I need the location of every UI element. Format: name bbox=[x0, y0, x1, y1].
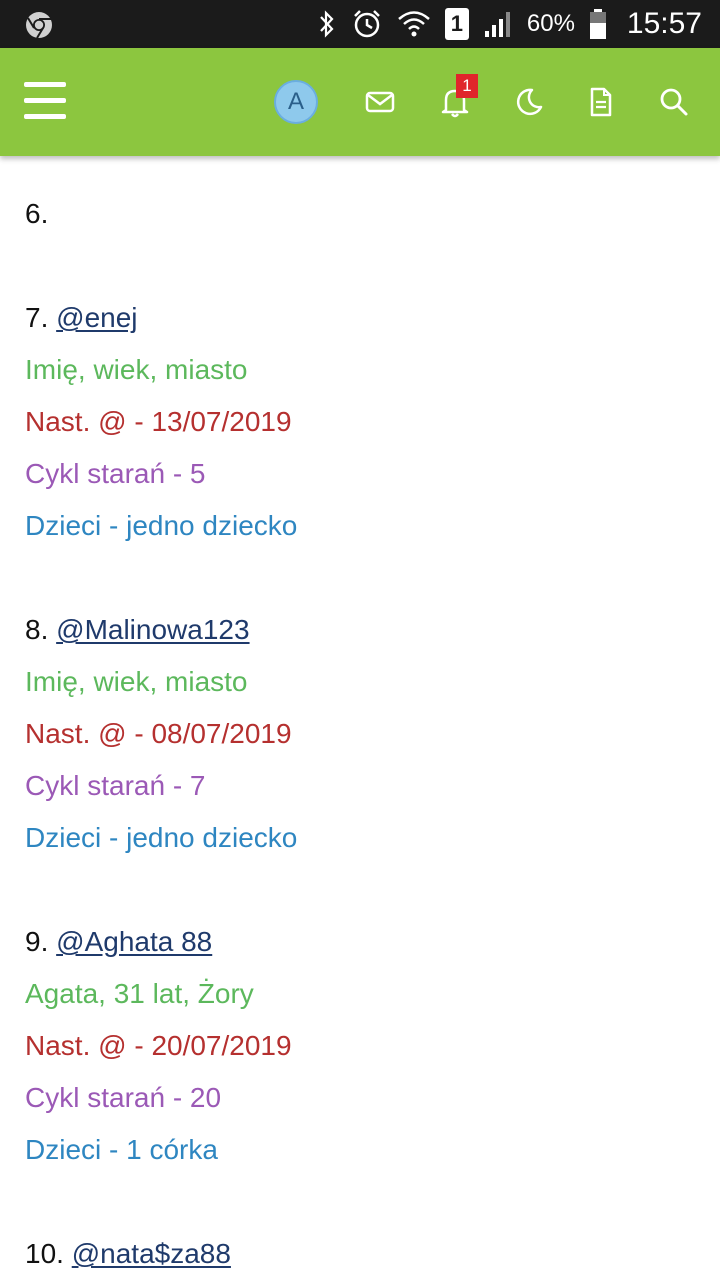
entry-number: 9. bbox=[25, 926, 49, 957]
entry-next-date: Nast. @ - 20/07/2019 bbox=[25, 1030, 292, 1061]
entry-next-date: Nast. @ - 08/07/2019 bbox=[25, 718, 292, 749]
entry-cycle: Cykl starań - 20 bbox=[25, 1082, 222, 1113]
user-mention-link[interactable]: @nata$za88 bbox=[72, 1238, 231, 1269]
list-item-header: 7. @enej bbox=[25, 292, 695, 344]
sim-indicator: 1 bbox=[444, 8, 469, 40]
entry-number: 8. bbox=[25, 614, 49, 645]
entry-info: Imię, wiek, miasto bbox=[25, 666, 248, 697]
app-bar: A 1 bbox=[0, 48, 720, 156]
entry-number: 10. bbox=[25, 1238, 64, 1269]
chrome-icon bbox=[24, 10, 54, 40]
alarm-icon bbox=[351, 8, 383, 40]
list-item-header: 10. @nata$za88 bbox=[25, 1228, 695, 1280]
notification-badge: 1 bbox=[456, 74, 478, 98]
document-icon[interactable] bbox=[577, 78, 625, 126]
wifi-icon bbox=[397, 9, 431, 39]
menu-icon[interactable] bbox=[24, 82, 66, 122]
bluetooth-icon bbox=[317, 9, 337, 39]
user-mention-link[interactable]: @Aghata 88 bbox=[56, 926, 212, 957]
bell-icon[interactable]: 1 bbox=[431, 74, 479, 126]
entry-children: Dzieci - jedno dziecko bbox=[25, 822, 298, 853]
moon-icon[interactable] bbox=[505, 78, 553, 126]
entry-number: 7. bbox=[25, 302, 49, 333]
post-content: 6. 7. @enej Imię, wiek, miasto Nast. @ -… bbox=[25, 188, 695, 1280]
signal-icon bbox=[483, 9, 513, 39]
entry-cycle: Cykl starań - 7 bbox=[25, 770, 206, 801]
entry-info: Imię, wiek, miasto bbox=[25, 354, 248, 385]
avatar-letter: A bbox=[274, 80, 318, 124]
user-mention-link[interactable]: @Malinowa123 bbox=[56, 614, 249, 645]
entry-number: 6. bbox=[25, 198, 49, 229]
mail-icon[interactable] bbox=[356, 78, 404, 126]
list-item: 6. bbox=[25, 188, 695, 240]
entry-children: Dzieci - 1 córka bbox=[25, 1134, 218, 1165]
entry-next-date: Nast. @ - 13/07/2019 bbox=[25, 406, 292, 437]
entry-children: Dzieci - jedno dziecko bbox=[25, 510, 298, 541]
entry-info: Agata, 31 lat, Żory bbox=[25, 978, 254, 1009]
entry-cycle: Cykl starań - 5 bbox=[25, 458, 206, 489]
list-item-header: 9. @Aghata 88 bbox=[25, 916, 695, 968]
battery-icon bbox=[589, 8, 607, 40]
battery-percent: 60% bbox=[526, 10, 575, 37]
clock: 15:57 bbox=[626, 7, 702, 40]
status-bar: 1 60% 15:57 bbox=[0, 0, 720, 48]
avatar[interactable]: A bbox=[272, 78, 320, 126]
list-item-header: 8. @Malinowa123 bbox=[25, 604, 695, 656]
search-icon[interactable] bbox=[650, 78, 698, 126]
user-mention-link[interactable]: @enej bbox=[56, 302, 137, 333]
